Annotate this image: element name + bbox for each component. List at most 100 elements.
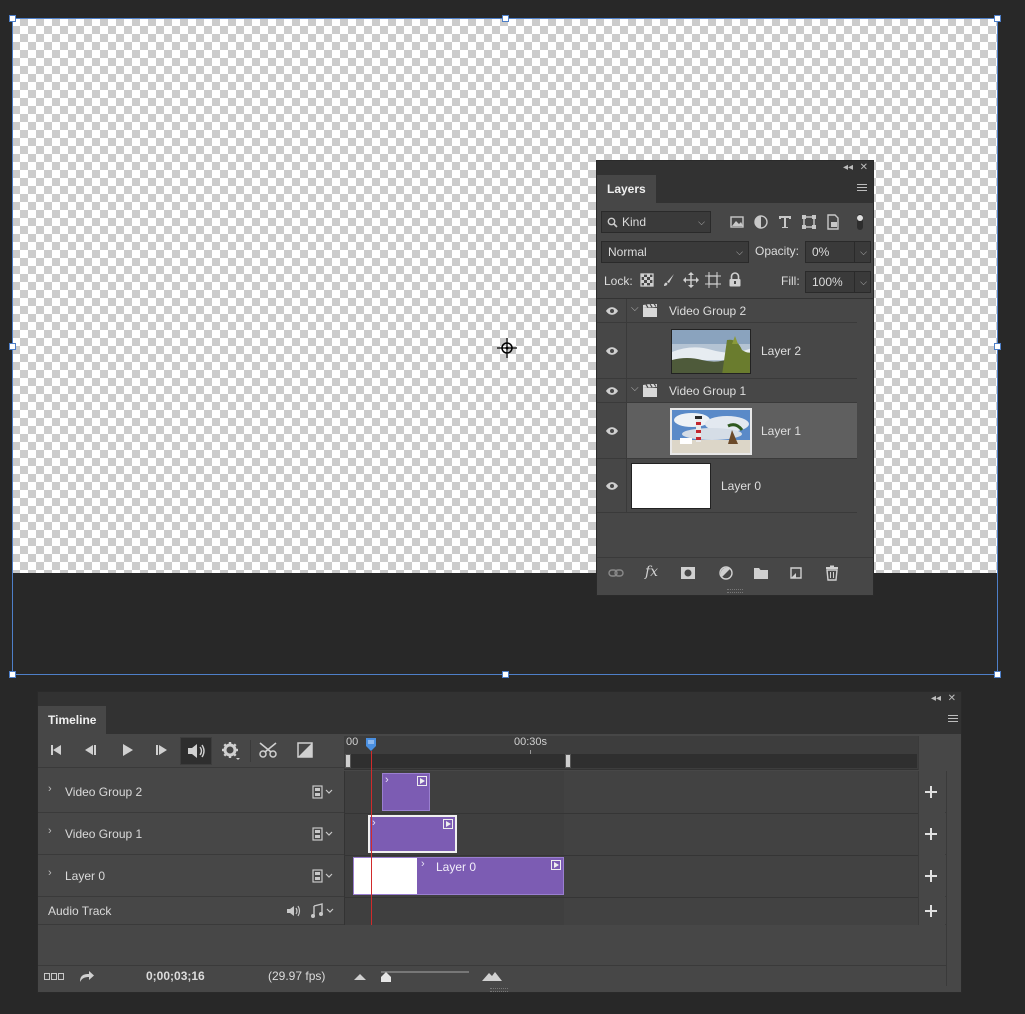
smart-object-filter-icon[interactable]: [825, 214, 841, 230]
lock-position-icon[interactable]: [683, 272, 699, 288]
zoom-in-mountain-icon[interactable]: [482, 970, 502, 981]
visibility-eye-icon[interactable]: [606, 482, 618, 490]
timeline-panel-titlebar[interactable]: ◂◂ ✕: [38, 692, 961, 706]
film-strip-menu-icon[interactable]: [312, 785, 334, 799]
lock-transparent-pixels-icon[interactable]: [640, 273, 654, 287]
add-audio-plus-icon[interactable]: [925, 905, 937, 917]
clip-video-group-1[interactable]: ›: [368, 815, 457, 853]
new-adjustment-layer-icon[interactable]: [718, 565, 734, 581]
convert-to-frame-animation-icon[interactable]: [44, 973, 64, 980]
transform-handle-middle-left[interactable]: [9, 343, 16, 350]
collapse-panel-icon[interactable]: ◂◂: [843, 162, 853, 174]
tab-layers[interactable]: Layers: [597, 175, 656, 203]
render-video-icon[interactable]: [79, 969, 95, 983]
opacity-value: 0%: [812, 245, 830, 259]
go-to-first-frame-icon[interactable]: [42, 736, 70, 764]
tab-timeline[interactable]: Timeline: [38, 706, 107, 734]
expand-chevron-icon[interactable]: ⌵: [631, 383, 639, 394]
delete-layer-trash-icon[interactable]: [824, 565, 840, 581]
lock-image-pixels-icon[interactable]: [662, 273, 676, 287]
fill-field[interactable]: 100%: [805, 271, 855, 293]
film-strip-menu-icon[interactable]: [312, 869, 334, 883]
zoom-out-mountain-icon[interactable]: [354, 972, 366, 980]
clip-motion-icon[interactable]: [551, 860, 561, 870]
playhead-marker-icon[interactable]: [365, 738, 377, 752]
lock-artboard-icon[interactable]: [705, 272, 721, 288]
zoom-slider-thumb[interactable]: [381, 972, 391, 982]
layers-panel-titlebar[interactable]: ◂◂ ✕: [597, 161, 873, 175]
split-scissors-icon[interactable]: [254, 736, 282, 764]
clip-video-group-2[interactable]: ›: [382, 773, 430, 811]
close-panel-icon[interactable]: ✕: [948, 693, 956, 705]
panel-menu-icon[interactable]: [857, 184, 867, 193]
link-layers-icon[interactable]: [608, 565, 624, 581]
visibility-eye-icon[interactable]: [606, 307, 618, 315]
visibility-eye-icon[interactable]: [606, 387, 618, 395]
expand-track-chevron-icon[interactable]: ›: [48, 783, 52, 795]
film-strip-menu-icon[interactable]: [312, 827, 334, 841]
collapse-panel-icon[interactable]: ◂◂: [931, 693, 941, 705]
expand-track-chevron-icon[interactable]: ›: [48, 825, 52, 837]
clip-motion-icon[interactable]: [417, 776, 427, 786]
opacity-field[interactable]: 0%: [805, 241, 855, 263]
shape-layer-filter-icon[interactable]: [801, 214, 817, 230]
layer-row-layer-2[interactable]: Layer 2: [597, 323, 857, 379]
timeline-vertical-scrollbar[interactable]: [946, 771, 961, 986]
transform-handle-top-left[interactable]: [9, 15, 16, 22]
go-to-previous-frame-icon[interactable]: [76, 736, 104, 764]
close-panel-icon[interactable]: ✕: [860, 162, 868, 174]
work-area-bar[interactable]: [347, 754, 917, 768]
new-group-folder-icon[interactable]: [753, 565, 769, 581]
playback-settings-gear-icon[interactable]: [216, 736, 244, 764]
play-icon[interactable]: [113, 736, 141, 764]
opacity-dropdown-button[interactable]: ⌵: [854, 241, 871, 263]
panel-resize-grip[interactable]: [490, 988, 508, 992]
adjustment-layer-filter-icon[interactable]: [753, 214, 769, 230]
add-media-plus-icon[interactable]: [925, 828, 937, 840]
layer-style-fx-icon[interactable]: fx: [645, 564, 661, 580]
layer-row-layer-0[interactable]: Layer 0: [597, 459, 857, 513]
lock-all-icon[interactable]: [728, 272, 742, 287]
work-area-end-handle[interactable]: [565, 754, 571, 768]
reference-point-icon[interactable]: [497, 338, 517, 358]
new-layer-icon[interactable]: [788, 565, 804, 581]
clip-motion-icon[interactable]: [443, 819, 453, 829]
audio-mute-icon[interactable]: [286, 904, 302, 918]
layer-row-video-group-1[interactable]: ⌵ Video Group 1: [597, 379, 857, 403]
transform-handle-top-right[interactable]: [994, 15, 1001, 22]
panel-resize-grip[interactable]: [727, 589, 743, 593]
expand-track-chevron-icon[interactable]: ›: [48, 867, 52, 879]
mute-audio-button[interactable]: [180, 737, 212, 765]
fill-dropdown-button[interactable]: ⌵: [854, 271, 871, 293]
transform-handle-top-center[interactable]: [502, 15, 509, 22]
timeline-horizontal-scrollbar[interactable]: [508, 966, 946, 987]
audio-note-menu-icon[interactable]: [310, 903, 336, 919]
type-layer-filter-icon[interactable]: [777, 214, 793, 230]
add-media-plus-icon[interactable]: [925, 786, 937, 798]
layers-scrollbar[interactable]: [857, 299, 873, 557]
add-media-plus-icon[interactable]: [925, 870, 937, 882]
filter-toggle-icon[interactable]: [855, 214, 865, 230]
expand-chevron-icon[interactable]: ⌵: [631, 303, 639, 314]
add-layer-mask-icon[interactable]: [680, 565, 696, 581]
visibility-eye-icon[interactable]: [606, 347, 618, 355]
work-area-start-handle[interactable]: [345, 754, 351, 768]
transition-icon[interactable]: [291, 736, 319, 764]
blend-mode-select[interactable]: Normal ⌵: [601, 241, 749, 263]
pixel-layer-filter-icon[interactable]: [729, 214, 745, 230]
transform-handle-bottom-center[interactable]: [502, 671, 509, 678]
clip-layer-0[interactable]: › Layer 0: [353, 857, 564, 895]
layer-row-layer-1[interactable]: Layer 1: [597, 403, 857, 459]
go-to-next-frame-icon[interactable]: [148, 736, 176, 764]
layer-filter-kind-select[interactable]: Kind ⌵: [601, 211, 711, 233]
transform-handle-bottom-right[interactable]: [994, 671, 1001, 678]
transform-handle-middle-right[interactable]: [994, 343, 1001, 350]
playhead-line[interactable]: [371, 751, 372, 925]
zoom-slider-track[interactable]: [381, 971, 469, 973]
layer-row-video-group-2[interactable]: ⌵ Video Group 2: [597, 299, 857, 323]
current-timecode[interactable]: 0;00;03;16: [146, 969, 205, 983]
panel-menu-icon[interactable]: [948, 715, 958, 724]
transform-handle-bottom-left[interactable]: [9, 671, 16, 678]
time-ruler[interactable]: 00 00:30s: [344, 736, 918, 770]
visibility-eye-icon[interactable]: [606, 427, 618, 435]
